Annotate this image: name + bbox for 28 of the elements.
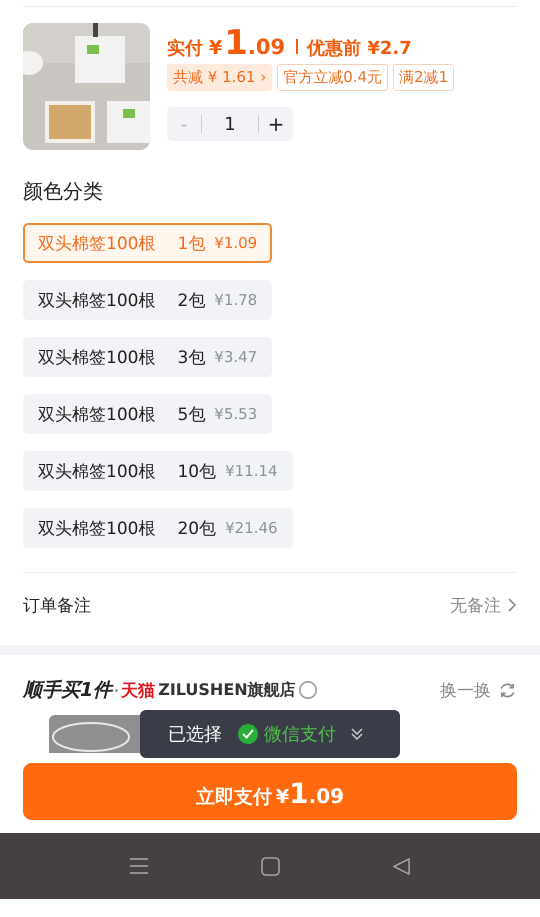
store-name: ZILUSHEN旗舰店 xyxy=(158,680,296,700)
menu-icon xyxy=(129,857,149,875)
section-title: 顺手买1件 xyxy=(23,678,112,703)
home-icon xyxy=(261,856,280,876)
check-icon xyxy=(238,724,258,744)
discount-tag: 官方立减0.4元 xyxy=(277,64,388,91)
back-icon xyxy=(392,856,411,876)
note-label: 订单备注 xyxy=(23,594,91,616)
section-title: 颜色分类 xyxy=(22,178,104,205)
option-chip[interactable]: 双头棉签100根 10包 ¥11.14 xyxy=(23,451,293,491)
discount-tag: 满2减1 xyxy=(393,64,454,91)
quantity-value[interactable]: 1 xyxy=(202,114,258,134)
option-chip[interactable]: 双头棉签100根 2包 ¥1.78 xyxy=(23,280,272,320)
price-label: 实付 xyxy=(167,37,203,60)
toast-label: 已选择 xyxy=(168,723,222,746)
refresh-icon xyxy=(498,680,517,700)
increase-button[interactable]: + xyxy=(259,112,293,136)
option-chip[interactable]: 双头棉签100根 20包 ¥21.46 xyxy=(23,508,293,548)
chevron-right-icon xyxy=(507,597,517,613)
original-price: 优惠前 ¥2.7 xyxy=(307,37,412,60)
option-chip[interactable]: 双头棉签100根 3包 ¥3.47 xyxy=(23,337,272,377)
price-value: ¥1.09 xyxy=(209,23,286,63)
note-value[interactable]: 无备注 xyxy=(450,594,501,616)
store-brand: 天猫 xyxy=(121,680,156,702)
refresh-link[interactable]: 换一换 xyxy=(440,678,491,702)
option-chip[interactable]: 双头棉签100根 5包 ¥5.53 xyxy=(23,394,272,434)
payment-method[interactable]: 微信支付 xyxy=(264,722,336,746)
chevron-down-icon xyxy=(350,727,364,741)
